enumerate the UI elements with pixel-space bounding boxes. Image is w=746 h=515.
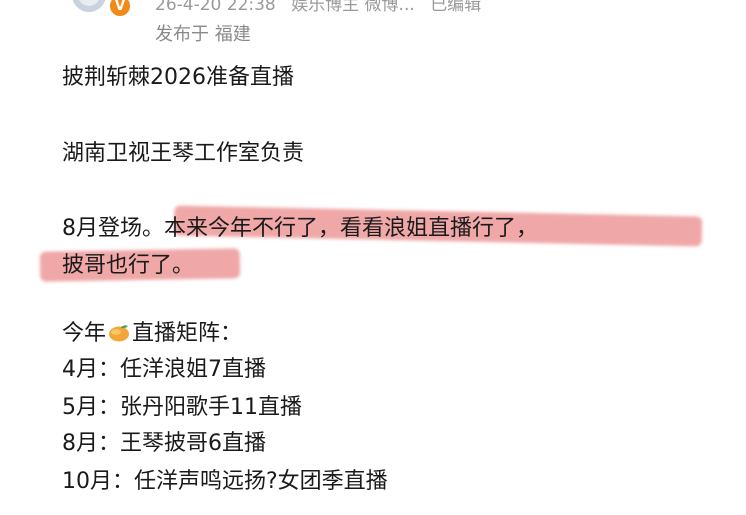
schedule-item: 8月：王琴披哥6直播: [62, 426, 266, 462]
schedule-item: 10月：任洋声鸣远扬?女团季直播: [62, 464, 388, 500]
schedule-text: 王琴披哥6直播: [120, 431, 266, 456]
matrix-prefix: 今年: [62, 321, 107, 346]
highlighted-text: 披哥也行了。: [62, 253, 195, 278]
post-line: 8月登场。本来今年不行了，看看浪姐直播行了，: [62, 211, 538, 247]
matrix-suffix: 直播矩阵：: [132, 321, 243, 346]
post-location: 发布于 福建: [155, 24, 251, 45]
edited-label: 已编辑: [430, 0, 482, 15]
schedule-month: 10月：: [62, 469, 134, 494]
schedule-month: 8月：: [62, 431, 120, 456]
post-text: 8月登场。: [62, 216, 164, 241]
highlighted-text: 本来今年不行了，看看浪姐直播行了，: [164, 216, 539, 241]
schedule-item: 5月：张丹阳歌手11直播: [62, 390, 302, 426]
post-timestamp: 26-4-20 22:38: [155, 0, 276, 15]
schedule-month: 4月：: [62, 357, 120, 382]
verified-badge-icon: V: [108, 0, 132, 18]
author-title[interactable]: 娱乐博主 微博...: [291, 0, 415, 15]
schedule-text: 任洋浪姐7直播: [120, 357, 266, 382]
schedule-text: 张丹阳歌手11直播: [120, 395, 302, 420]
post-line: 湖南卫视王琴工作室负责: [62, 141, 305, 166]
avatar[interactable]: [72, 0, 106, 12]
matrix-title: 今年 直播矩阵：: [62, 316, 242, 352]
post-meta: 26-4-20 22:38 娱乐博主 微博... 已编辑: [155, 0, 491, 15]
schedule-month: 5月：: [62, 395, 120, 420]
post-line: 披荆斩棘2026准备直播: [62, 65, 294, 90]
schedule-item: 4月：任洋浪姐7直播: [62, 352, 266, 388]
post-header: V 26-4-20 22:38 娱乐博主 微博... 已编辑 发布于 福建: [0, 0, 746, 50]
schedule-text: 任洋声鸣远扬?女团季直播: [134, 469, 388, 494]
mango-icon: [109, 325, 130, 342]
